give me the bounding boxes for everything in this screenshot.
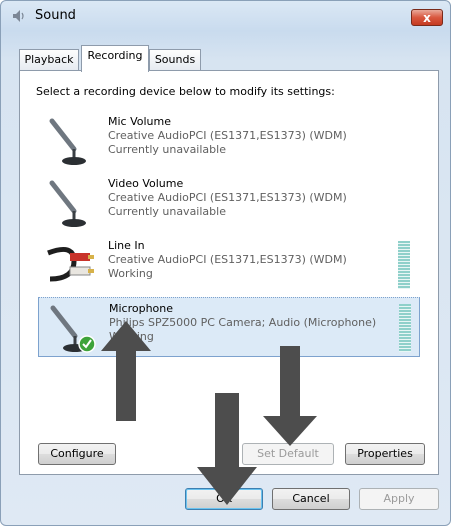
apply-button[interactable]: Apply xyxy=(359,488,439,510)
down-arrow-icon xyxy=(197,393,257,505)
microphone-icon xyxy=(49,118,86,165)
device-name: Video Volume xyxy=(108,177,184,190)
device-item-microphone[interactable]: Microphone Philips SPZ5000 PC Camera; Au… xyxy=(38,297,420,357)
window-title: Sound xyxy=(35,8,76,23)
cancel-button[interactable]: Cancel xyxy=(272,488,350,510)
device-item-line-in[interactable]: Line In Creative AudioPCI (ES1371,ES1373… xyxy=(38,235,420,295)
speaker-icon xyxy=(13,10,24,22)
configure-button[interactable]: Configure xyxy=(38,443,116,465)
device-name: Microphone xyxy=(109,302,174,315)
microphone-icon xyxy=(49,180,86,227)
tab-recording[interactable]: Recording xyxy=(81,45,149,72)
device-status: Working xyxy=(108,267,153,280)
device-detail: Creative AudioPCI (ES1371,ES1373) (WDM) xyxy=(108,129,347,142)
device-item-mic-volume[interactable]: Mic Volume Creative AudioPCI (ES1371,ES1… xyxy=(38,111,420,171)
sound-dialog: Sound x Playback Recording Sounds Select… xyxy=(0,0,451,526)
device-status: Currently unavailable xyxy=(108,143,226,156)
device-item-video-volume[interactable]: Video Volume Creative AudioPCI (ES1371,E… xyxy=(38,173,420,233)
rca-cable-icon xyxy=(47,246,94,282)
level-meter xyxy=(399,304,411,352)
up-arrow-icon xyxy=(101,321,151,421)
title-bar[interactable]: Sound x xyxy=(1,1,450,31)
device-detail: Creative AudioPCI (ES1371,ES1373) (WDM) xyxy=(108,191,347,204)
down-arrow-icon xyxy=(263,346,317,446)
tab-playback[interactable]: Playback xyxy=(19,49,79,70)
properties-button[interactable]: Properties xyxy=(345,443,425,465)
instruction-text: Select a recording device below to modif… xyxy=(36,85,335,98)
microphone-default-icon xyxy=(50,305,96,353)
level-meter xyxy=(398,241,410,289)
close-button[interactable]: x xyxy=(411,9,443,26)
tab-sounds[interactable]: Sounds xyxy=(149,49,201,70)
device-status: Currently unavailable xyxy=(108,205,226,218)
device-name: Line In xyxy=(108,239,145,252)
device-name: Mic Volume xyxy=(108,115,172,128)
device-list[interactable]: Mic Volume Creative AudioPCI (ES1371,ES1… xyxy=(34,109,422,409)
device-detail: Creative AudioPCI (ES1371,ES1373) (WDM) xyxy=(108,253,347,266)
tab-strip: Playback Recording Sounds xyxy=(19,45,439,72)
